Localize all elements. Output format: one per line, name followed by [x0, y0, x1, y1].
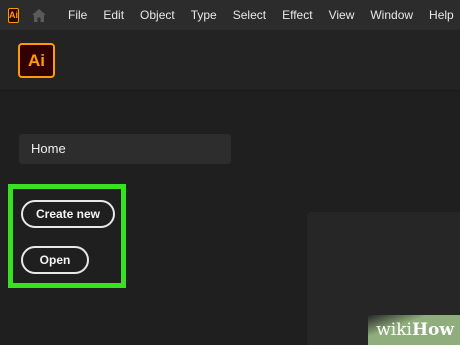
illustrator-app-icon[interactable]: Ai — [8, 7, 19, 23]
menu-window[interactable]: Window — [362, 0, 421, 30]
watermark-wiki-text: wiki — [376, 320, 412, 340]
home-header: Ai — [0, 30, 460, 91]
menu-type[interactable]: Type — [183, 0, 225, 30]
illustrator-home-window: Ai File Edit Object Type Select Effect V… — [0, 0, 460, 345]
menu-help[interactable]: Help — [421, 0, 460, 30]
wikihow-watermark: wiki How — [368, 315, 460, 345]
menu-view[interactable]: View — [321, 0, 363, 30]
menu-file[interactable]: File — [62, 0, 95, 30]
menu-items: File Edit Object Type Select Effect View… — [62, 0, 460, 30]
create-new-button[interactable]: Create new — [21, 200, 115, 228]
menu-effect[interactable]: Effect — [274, 0, 320, 30]
watermark-how-text: How — [411, 320, 454, 340]
home-icon[interactable] — [32, 0, 46, 30]
menu-select[interactable]: Select — [225, 0, 274, 30]
open-button[interactable]: Open — [21, 246, 89, 274]
menu-object[interactable]: Object — [132, 0, 183, 30]
illustrator-logo: Ai — [18, 43, 55, 78]
menu-bar: Ai File Edit Object Type Select Effect V… — [0, 0, 460, 30]
menu-edit[interactable]: Edit — [95, 0, 132, 30]
sidebar-item-home[interactable]: Home — [19, 134, 231, 164]
